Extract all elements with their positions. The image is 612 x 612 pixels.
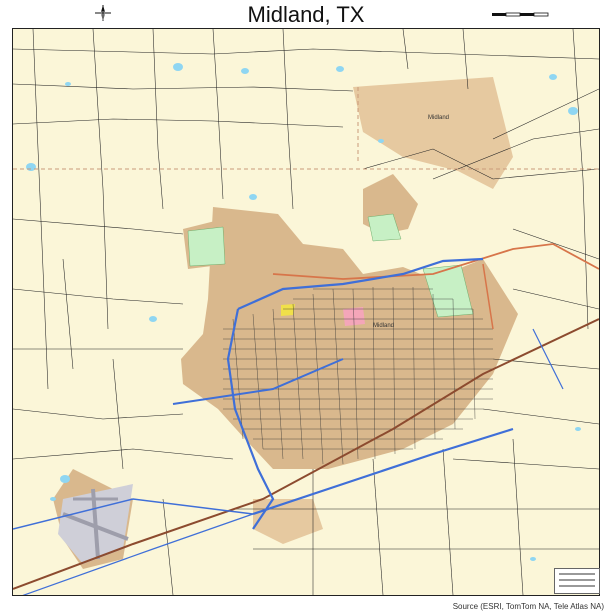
map-frame[interactable]: Midland Midland: [12, 28, 600, 596]
legend-line: [559, 579, 595, 581]
map-legend-inset: [554, 568, 600, 594]
scale-bar: [492, 12, 549, 17]
park-west: [187, 226, 226, 267]
yellow-feature: [281, 304, 295, 316]
downtown-label: Midland: [373, 323, 394, 329]
map-source-credit: Source (ESRI, TomTom NA, Tele Atlas NA): [452, 602, 604, 611]
map-canvas[interactable]: Midland Midland: [13, 29, 599, 595]
legend-line: [559, 585, 595, 587]
legend-line: [559, 573, 595, 575]
compass-north-icon: [95, 5, 111, 21]
county-area-label: Midland: [428, 115, 449, 121]
